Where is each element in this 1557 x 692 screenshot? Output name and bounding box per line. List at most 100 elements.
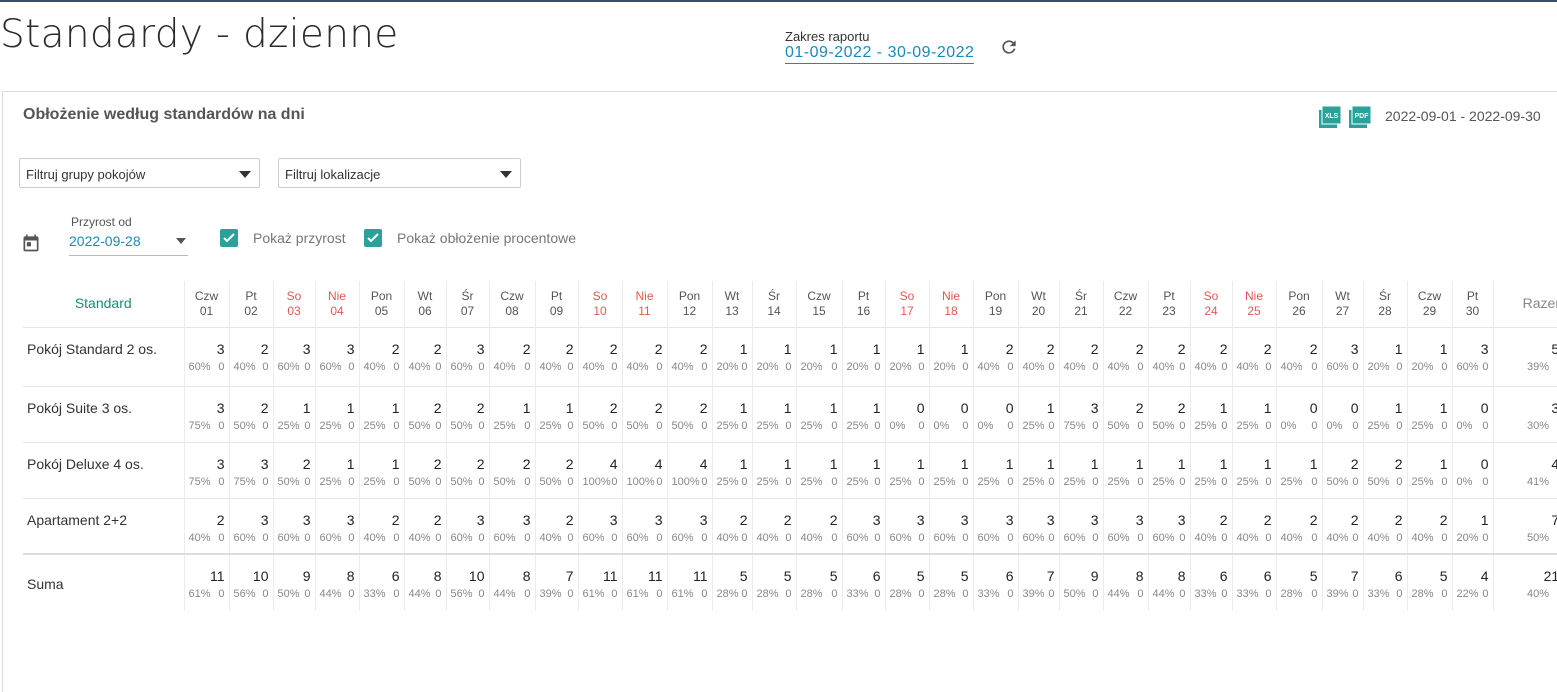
day-name: Czw [194, 288, 219, 303]
room-group-filter[interactable]: Filtruj grupy pokojów [19, 158, 260, 188]
show-percent-checkbox[interactable] [364, 229, 382, 247]
day-header: Pt 23 [1147, 281, 1190, 327]
total-cell: 7550%0 [1492, 497, 1557, 554]
increment-value: 0 [918, 531, 925, 544]
occupancy-percent: 60% [977, 531, 1000, 544]
refresh-icon[interactable] [999, 37, 1019, 57]
occupancy-percent: 20% [1367, 360, 1390, 373]
day-cell: 1 25% 0 [751, 385, 796, 442]
occupancy-percent: 50% [233, 419, 256, 432]
occupancy-percent: 75% [1063, 419, 1086, 432]
occupancy-percent: 60% [671, 531, 694, 544]
occupancy-percent: 61% [671, 588, 694, 600]
calendar-icon[interactable] [21, 233, 41, 253]
occupancy-percent: 40% [1326, 531, 1349, 544]
increment-value: 0 [1482, 588, 1489, 600]
day-cell: 5 28% 0 [711, 553, 752, 611]
occupancy-percent: 20% [1411, 360, 1434, 373]
day-cell: 3 60% 0 [445, 326, 489, 386]
day-cell: 0 0% 0 [1451, 385, 1493, 442]
day-cell: 5 28% 0 [751, 553, 796, 611]
occupancy-percent: 50% [1063, 588, 1086, 600]
occupied-count: 2 [522, 340, 531, 357]
day-cell: 2 40% 0 [621, 326, 667, 386]
day-cell: 1 20% 0 [928, 326, 973, 386]
occupied-count: 1 [391, 455, 400, 472]
increment-value: 0 [962, 475, 969, 488]
day-cell: 2 50% 0 [621, 385, 667, 442]
increment-value: 0 [348, 531, 355, 544]
occupied-count: 1 [829, 399, 838, 416]
increment-value: 0 [304, 360, 311, 373]
occupied-count: 2 [433, 455, 442, 472]
standard-name: Pokój Standard 2 os. [23, 326, 184, 386]
day-cell: 1 25% 0 [1231, 441, 1276, 498]
occupancy-percent: 25% [716, 475, 739, 488]
occupied-count: 1 [1046, 399, 1055, 416]
occupied-count: 1 [783, 340, 792, 357]
occupancy-percent: 50% [277, 588, 300, 600]
table-row: Pokój Suite 3 os. 3 75% 0 2 50% 0 1 25% 0 1 25% 0 1 25… [23, 385, 1557, 442]
occupied-count: 2 [654, 399, 663, 416]
increment-value: 0 [262, 475, 269, 488]
table-row: Pokój Standard 2 os. 3 60% 0 2 40% 0 3 60% 0 3 60% 0… [23, 326, 1557, 386]
occupied-count: 3 [1090, 511, 1099, 528]
occupancy-percent: 25% [889, 475, 912, 488]
occupancy-percent: 40% [363, 360, 386, 373]
total-header: Razem [1492, 281, 1557, 327]
day-cell: 1 25% 0 [928, 441, 973, 498]
standard-name: Pokój Deluxe 4 os. [23, 441, 184, 498]
table-header-row: Standard Czw 01 Pt 02 So 03 Nie 04 Pon 05 Wt 06 Śr 07 C… [23, 281, 1557, 327]
day-cell: 2 40% 0 [183, 497, 229, 554]
increment-value: 0 [1092, 475, 1099, 488]
occupied-count: 7 [1350, 568, 1359, 584]
increment-value: 0 [304, 531, 311, 544]
card-title: Obłożenie według standardów na dni [23, 106, 305, 123]
day-name: Wt [724, 288, 740, 303]
increment-value: 0 [962, 531, 969, 544]
xls-export-icon[interactable]: XLS [1319, 106, 1341, 128]
occupancy-percent: 50% [671, 419, 694, 432]
pdf-export-icon[interactable]: PDF [1349, 106, 1371, 128]
show-increment-checkbox[interactable] [220, 229, 238, 247]
occupancy-percent: 25% [756, 419, 779, 432]
day-cell: 6 33% 0 [1362, 553, 1407, 611]
increment-value: 0 [874, 588, 881, 600]
increment-value: 0 [1265, 531, 1272, 544]
day-number: 25 [1247, 303, 1261, 318]
day-cell: 2 40% 0 [1321, 497, 1363, 554]
increment-value: 0 [348, 588, 355, 600]
day-cell: 2 40% 0 [795, 497, 842, 554]
day-header: Wt 20 [1017, 281, 1059, 327]
increment-value: 0 [262, 419, 269, 432]
location-filter[interactable]: Filtruj lokalizacje [278, 158, 521, 188]
increment-value: 0 [218, 531, 225, 544]
increment-value: 0 [1179, 588, 1186, 600]
increment-value: 0 [831, 360, 838, 373]
increment-value: 0 [656, 588, 663, 600]
occupancy-percent: 40% [539, 360, 562, 373]
report-range-input[interactable]: 01-09-2022 - 30-09-2022 [785, 44, 975, 64]
occupancy-percent: 25% [1411, 475, 1434, 488]
day-cell: 4 100% 0 [666, 441, 712, 498]
card-date-range: 2022-09-01 - 2022-09-30 [1385, 108, 1541, 124]
day-header: Czw 08 [488, 281, 535, 327]
occupied-count: 1 [916, 340, 925, 357]
occupancy-percent: 40% [408, 531, 431, 544]
day-cell: 8 44% 0 [488, 553, 535, 611]
day-cell: 8 44% 0 [314, 553, 359, 611]
day-cell: 2 50% 0 [445, 441, 489, 498]
occupied-count: 3 [476, 511, 485, 528]
occupancy-percent: 50% [450, 419, 473, 432]
day-name: Pon [370, 288, 393, 303]
day-cell: 2 50% 0 [1102, 385, 1148, 442]
occupied-count: 1 [783, 399, 792, 416]
day-cell: 1 25% 0 [751, 441, 796, 498]
occupied-count: 1 [960, 455, 969, 472]
occupancy-percent: 75% [188, 475, 211, 488]
increment-value: 0 [874, 419, 881, 432]
increment-value: 0 [1179, 475, 1186, 488]
increment-date-select[interactable]: 2022-09-28 [69, 233, 188, 256]
occupancy-percent: 50% [277, 475, 300, 488]
day-cell: 4 22% 0 [1451, 553, 1493, 611]
